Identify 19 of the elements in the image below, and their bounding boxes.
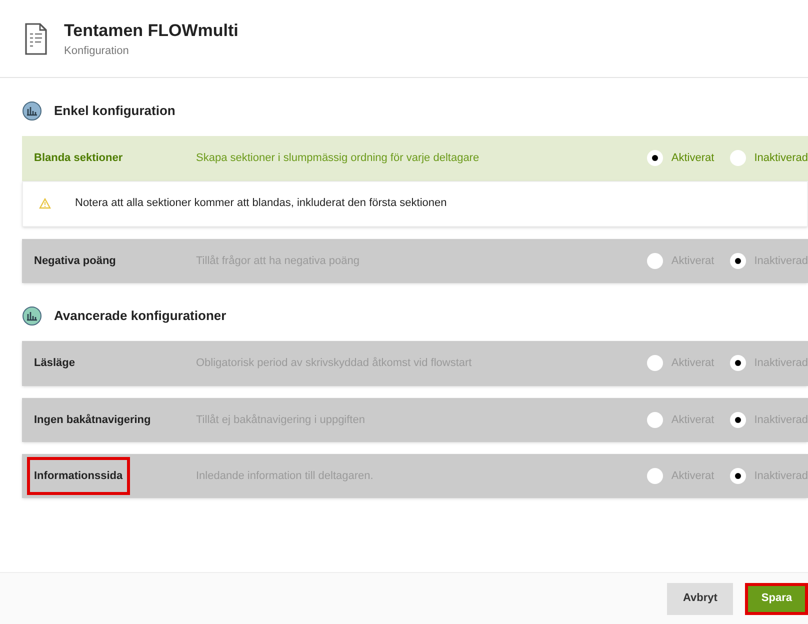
- setting-label: Informationssida: [30, 460, 127, 492]
- setting-label: Läsläge: [33, 356, 76, 371]
- section-heading: Enkel konfiguration: [54, 102, 176, 120]
- document-icon: [24, 22, 48, 56]
- save-button[interactable]: Spara: [745, 582, 808, 614]
- cancel-button[interactable]: Avbryt: [666, 582, 734, 614]
- note-text: Notera att alla sektioner kommer att blandas, inkluderat den första sektionen: [75, 196, 447, 212]
- section-heading: Avancerade konfigurationer: [54, 307, 226, 326]
- page-subtitle: Konfiguration: [64, 44, 130, 59]
- setting-label: Ingen bakåtnavigering: [33, 412, 152, 428]
- setting-label: Blanda sektioner: [33, 151, 124, 166]
- radio-option[interactable]: Aktiverat: [647, 150, 714, 166]
- setting-description: Skapa sektioner i slumpmässig ordning för varje deltagare: [196, 151, 480, 166]
- warning-icon: [39, 198, 51, 209]
- setting-label: Negativa poäng: [33, 254, 117, 268]
- page-title: Tentamen FLOWmulti: [64, 20, 238, 42]
- bar-chart-icon: [22, 101, 42, 121]
- bar-chart-icon: [22, 306, 42, 326]
- radio-option[interactable]: Inaktiverad: [730, 150, 808, 166]
